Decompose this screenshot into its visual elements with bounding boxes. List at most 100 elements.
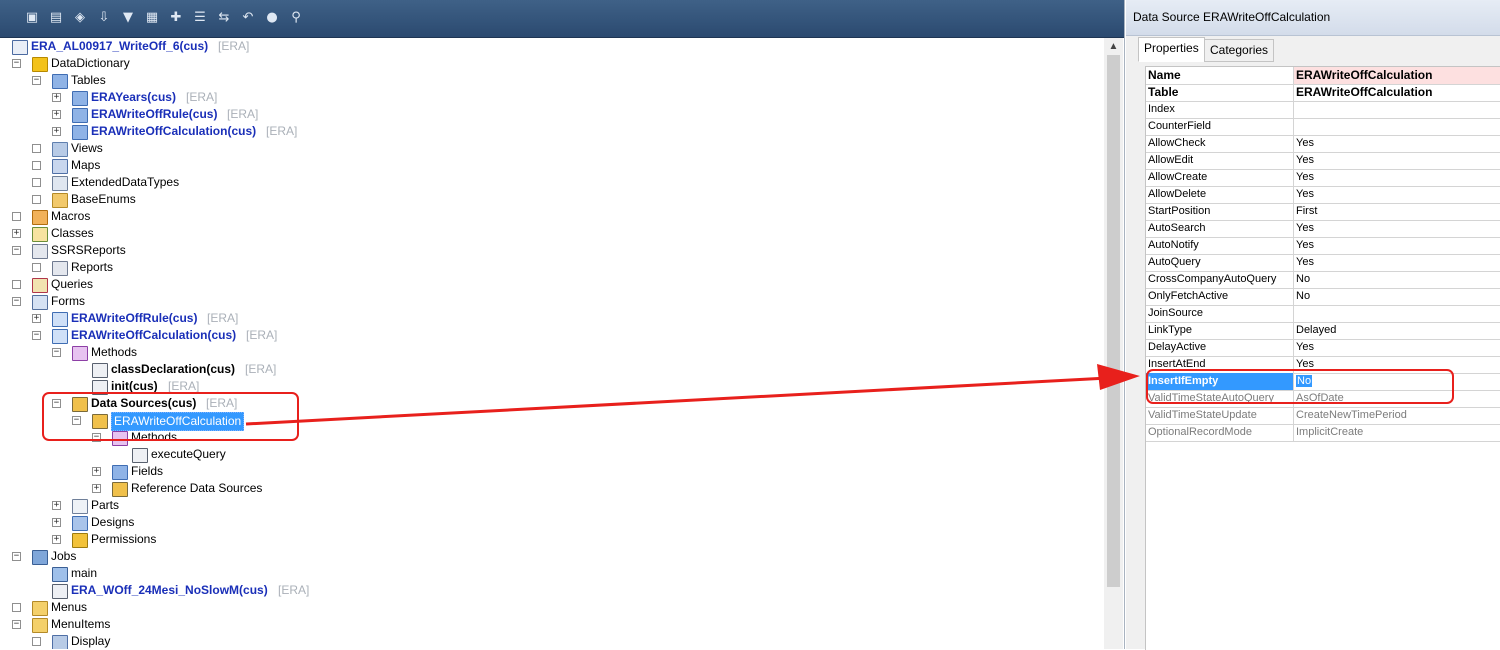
tree-node-queries[interactable]: Queries	[0, 276, 1100, 293]
tree-node-job-main[interactable]: main	[0, 565, 1100, 582]
property-value[interactable]	[1294, 118, 1500, 135]
property-value[interactable]: ERAWriteOffCalculation	[1294, 67, 1500, 84]
collapse-icon[interactable]: −	[32, 331, 41, 340]
property-row-insertifempty[interactable]: InsertIfEmpty No	[1146, 373, 1500, 391]
tree-node-method-init[interactable]: init(cus) [ERA]	[0, 378, 1100, 395]
property-value[interactable]: Yes	[1294, 220, 1500, 237]
tree-node-table-erayears[interactable]: + ERAYears(cus) [ERA]	[0, 89, 1100, 106]
property-value-text[interactable]: No	[1296, 375, 1313, 387]
tree-node-menus[interactable]: Menus	[0, 599, 1100, 616]
property-value[interactable]: No	[1294, 271, 1500, 288]
refresh-icon[interactable]: ●	[264, 10, 280, 26]
collapse-icon[interactable]: −	[32, 76, 41, 85]
empty-expander-icon[interactable]	[12, 603, 21, 612]
tree-node-table-erawriteoffcalculation[interactable]: + ERAWriteOffCalculation(cus) [ERA]	[0, 123, 1100, 140]
property-row-joinsource[interactable]: JoinSource	[1146, 305, 1500, 323]
property-row-index[interactable]: Index	[1146, 101, 1500, 119]
property-value[interactable]: Yes	[1294, 356, 1500, 373]
empty-expander-icon[interactable]	[32, 178, 41, 187]
collapse-icon[interactable]: −	[12, 246, 21, 255]
tree-node-tables[interactable]: − Tables	[0, 72, 1100, 89]
tree-node-reports[interactable]: Reports	[0, 259, 1100, 276]
collapse-icon[interactable]: −	[92, 433, 101, 442]
tree-node-permissions[interactable]: + Permissions	[0, 531, 1100, 548]
expand-icon[interactable]: +	[52, 127, 61, 136]
property-row-validtimestateupdate[interactable]: ValidTimeStateUpdate CreateNewTimePeriod	[1146, 407, 1500, 425]
property-row-counterfield[interactable]: CounterField	[1146, 118, 1500, 136]
property-row-autosearch[interactable]: AutoSearch Yes	[1146, 220, 1500, 238]
tab-properties[interactable]: Properties	[1138, 37, 1205, 62]
tree-node-form-erawriteoffrule[interactable]: + ERAWriteOffRule(cus) [ERA]	[0, 310, 1100, 327]
tree-node-method-classdeclaration[interactable]: classDeclaration(cus) [ERA]	[0, 361, 1100, 378]
tree-node-parts[interactable]: + Parts	[0, 497, 1100, 514]
new-icon[interactable]: ✚	[168, 10, 184, 26]
property-value[interactable]: First	[1294, 203, 1500, 220]
collapse-icon[interactable]: −	[52, 399, 61, 408]
grid-icon[interactable]: ▦	[144, 10, 160, 26]
filter-icon[interactable]: ▼	[120, 10, 136, 26]
tree-node-macros[interactable]: Macros	[0, 208, 1100, 225]
property-value[interactable]: No	[1294, 373, 1500, 390]
tree-node-ssrs-reports[interactable]: − SSRSReports	[0, 242, 1100, 259]
tree-node-form-methods[interactable]: − Methods	[0, 344, 1100, 361]
tree-node-form-erawriteoffcalculation[interactable]: − ERAWriteOffCalculation(cus) [ERA]	[0, 327, 1100, 344]
tree-node-extended-data-types[interactable]: ExtendedDataTypes	[0, 174, 1100, 191]
expand-icon[interactable]: +	[92, 484, 101, 493]
empty-expander-icon[interactable]	[12, 280, 21, 289]
tree-node-datasource-methods[interactable]: − Methods	[0, 429, 1100, 446]
properties-icon[interactable]: ☰	[192, 10, 208, 26]
empty-expander-icon[interactable]	[32, 637, 41, 646]
property-row-onlyfetchactive[interactable]: OnlyFetchActive No	[1146, 288, 1500, 306]
tree-node-table-erawriteoffrule[interactable]: + ERAWriteOffRule(cus) [ERA]	[0, 106, 1100, 123]
compare-icon[interactable]: ⇆	[216, 10, 232, 26]
scroll-up-icon[interactable]: ▲	[1104, 38, 1123, 55]
collapse-icon[interactable]: −	[12, 620, 21, 629]
tree-node-job-era-woff[interactable]: ERA_WOff_24Mesi_NoSlowM(cus) [ERA]	[0, 582, 1100, 599]
open-icon[interactable]: ▣	[24, 10, 40, 26]
property-row-allowcreate[interactable]: AllowCreate Yes	[1146, 169, 1500, 187]
find-icon[interactable]: ⚲	[288, 10, 304, 26]
property-value[interactable]: Yes	[1294, 152, 1500, 169]
tree-node-data-sources[interactable]: − Data Sources(cus) [ERA]	[0, 395, 1100, 412]
expand-icon[interactable]: +	[52, 501, 61, 510]
property-value[interactable]: Yes	[1294, 169, 1500, 186]
empty-expander-icon[interactable]	[12, 212, 21, 221]
property-value[interactable]: Yes	[1294, 339, 1500, 356]
empty-expander-icon[interactable]	[32, 263, 41, 272]
save-icon[interactable]: ▤	[48, 10, 64, 26]
property-value[interactable]: ERAWriteOffCalculation	[1294, 84, 1500, 101]
property-row-table[interactable]: Table ERAWriteOffCalculation	[1146, 84, 1500, 102]
expand-icon[interactable]: +	[12, 229, 21, 238]
property-row-allowcheck[interactable]: AllowCheck Yes	[1146, 135, 1500, 153]
tree-node-reference-data-sources[interactable]: + Reference Data Sources	[0, 480, 1100, 497]
property-row-allowedit[interactable]: AllowEdit Yes	[1146, 152, 1500, 170]
property-value[interactable]: Yes	[1294, 254, 1500, 271]
property-row-validtimestateautoquery[interactable]: ValidTimeStateAutoQuery AsOfDate	[1146, 390, 1500, 408]
tree-node-base-enums[interactable]: BaseEnums	[0, 191, 1100, 208]
property-value[interactable]: No	[1294, 288, 1500, 305]
property-row-autoquery[interactable]: AutoQuery Yes	[1146, 254, 1500, 272]
tree-node-jobs[interactable]: − Jobs	[0, 548, 1100, 565]
collapse-icon[interactable]: −	[52, 348, 61, 357]
scroll-thumb[interactable]	[1107, 55, 1120, 587]
collapse-icon[interactable]: −	[12, 297, 21, 306]
property-value[interactable]: AsOfDate	[1294, 390, 1500, 407]
property-row-allowdelete[interactable]: AllowDelete Yes	[1146, 186, 1500, 204]
property-row-autonotify[interactable]: AutoNotify Yes	[1146, 237, 1500, 255]
tree-node-method-executequery[interactable]: executeQuery	[0, 446, 1100, 463]
property-value[interactable]	[1294, 305, 1500, 322]
property-value[interactable]: Delayed	[1294, 322, 1500, 339]
expand-icon[interactable]: +	[52, 535, 61, 544]
tree-node-maps[interactable]: Maps	[0, 157, 1100, 174]
collapse-icon[interactable]: −	[12, 59, 21, 68]
property-row-crosscompanyautoquery[interactable]: CrossCompanyAutoQuery No	[1146, 271, 1500, 289]
import-icon[interactable]: ⇩	[96, 10, 112, 26]
property-row-linktype[interactable]: LinkType Delayed	[1146, 322, 1500, 340]
tree-root-project[interactable]: ERA_AL00917_WriteOff_6(cus) [ERA]	[0, 38, 1100, 55]
property-value[interactable]	[1294, 101, 1500, 118]
expand-icon[interactable]: +	[92, 467, 101, 476]
tree-node-data-dictionary[interactable]: − DataDictionary	[0, 55, 1100, 72]
tree-node-display[interactable]: Display	[0, 633, 1100, 649]
property-row-startposition[interactable]: StartPosition First	[1146, 203, 1500, 221]
compile-icon[interactable]: ◈	[72, 10, 88, 26]
